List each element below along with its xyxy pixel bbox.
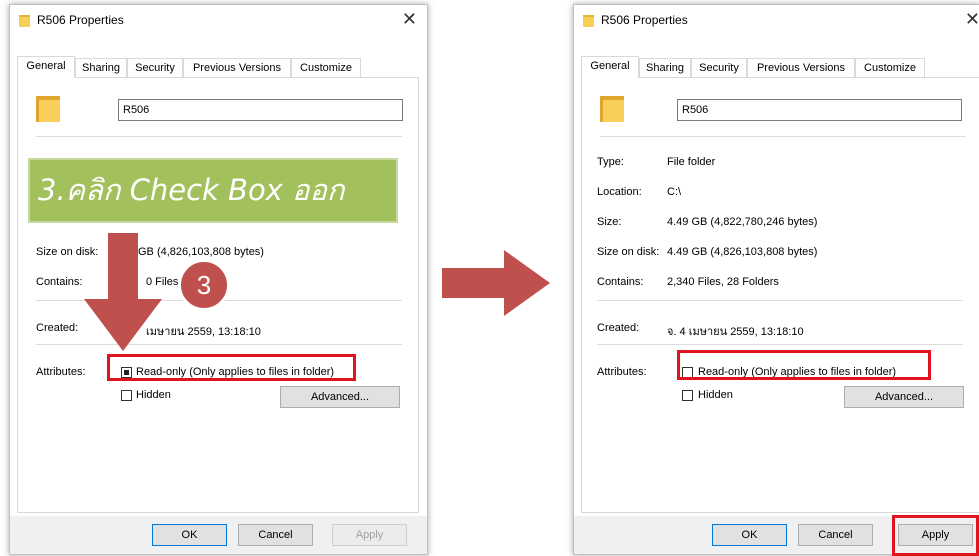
tab-security[interactable]: Security — [691, 58, 747, 77]
location-value: C:\ — [667, 186, 682, 198]
down-arrow-annotation — [84, 233, 162, 351]
separator — [597, 344, 963, 345]
tab-security[interactable]: Security — [127, 58, 183, 77]
attributes-label: Attributes: — [597, 366, 647, 378]
folder-name-field[interactable]: R506 — [118, 99, 403, 121]
step-number-badge: 3 — [178, 259, 230, 311]
tab-sharing[interactable]: Sharing — [75, 58, 127, 77]
attributes-label: Attributes: — [36, 366, 86, 378]
tab-general[interactable]: General — [581, 56, 639, 78]
apply-button[interactable]: Apply — [332, 524, 407, 546]
tab-customize[interactable]: Customize — [291, 58, 361, 77]
hidden-checkbox[interactable] — [682, 390, 693, 401]
type-label: Type: — [597, 156, 624, 168]
hidden-checkbox[interactable] — [121, 390, 132, 401]
advanced-button[interactable]: Advanced... — [280, 386, 400, 408]
title-bar: R506 Properties ✕ — [10, 5, 427, 35]
dialog-button-bar: OK Cancel Apply — [10, 516, 427, 554]
readonly-highlight — [677, 350, 931, 380]
separator — [600, 136, 966, 137]
right-arrow-annotation — [442, 250, 550, 316]
title-bar: R506 Properties ✕ — [574, 5, 979, 35]
folder-icon — [583, 15, 594, 27]
size-on-disk-value: 4.49 GB (4,826,103,808 bytes) — [667, 246, 818, 258]
contains-value: 2,340 Files, 28 Folders — [667, 276, 779, 288]
contains-label: Contains: — [36, 276, 83, 288]
folder-icon — [19, 15, 30, 27]
tab-previous-versions[interactable]: Previous Versions — [183, 58, 291, 77]
created-label: Created: — [597, 322, 640, 334]
tab-sharing[interactable]: Sharing — [639, 58, 691, 77]
tab-customize[interactable]: Customize — [855, 58, 925, 77]
window-title: R506 Properties — [37, 13, 124, 27]
size-value: 4.49 GB (4,822,780,246 bytes) — [667, 216, 818, 228]
ok-button[interactable]: OK — [152, 524, 227, 546]
tab-previous-versions[interactable]: Previous Versions — [747, 58, 855, 77]
cancel-button[interactable]: Cancel — [798, 524, 873, 546]
apply-highlight — [892, 515, 979, 556]
readonly-highlight — [107, 354, 356, 381]
hidden-label: Hidden — [698, 389, 733, 401]
right-properties-dialog: R506 Properties ✕ General Sharing Securi… — [573, 4, 979, 555]
created-value: จ. 4 เมษายน 2559, 13:18:10 — [667, 326, 804, 338]
folder-large-icon — [36, 96, 60, 122]
type-value: File folder — [667, 156, 716, 168]
hidden-label: Hidden — [136, 389, 171, 401]
folder-name-field[interactable]: R506 — [677, 99, 962, 121]
instruction-banner: 3.คลิก Check Box ออก — [28, 158, 398, 223]
created-value: เมษายน 2559, 13:18:10 — [146, 326, 261, 338]
location-label: Location: — [597, 186, 642, 198]
contains-label: Contains: — [597, 276, 644, 288]
separator — [597, 300, 963, 301]
close-icon[interactable]: ✕ — [965, 9, 979, 29]
cancel-button[interactable]: Cancel — [238, 524, 313, 546]
ok-button[interactable]: OK — [712, 524, 787, 546]
advanced-button[interactable]: Advanced... — [844, 386, 964, 408]
size-on-disk-label: Size on disk: — [597, 246, 660, 258]
folder-large-icon — [600, 96, 624, 122]
size-label: Size: — [597, 216, 622, 228]
window-title: R506 Properties — [601, 13, 688, 27]
separator — [36, 136, 402, 137]
created-label: Created: — [36, 322, 79, 334]
close-icon[interactable]: ✕ — [402, 9, 417, 29]
general-panel: R506 Type: File folder Location: C:\ Siz… — [581, 77, 979, 513]
tab-general[interactable]: General — [17, 56, 75, 78]
